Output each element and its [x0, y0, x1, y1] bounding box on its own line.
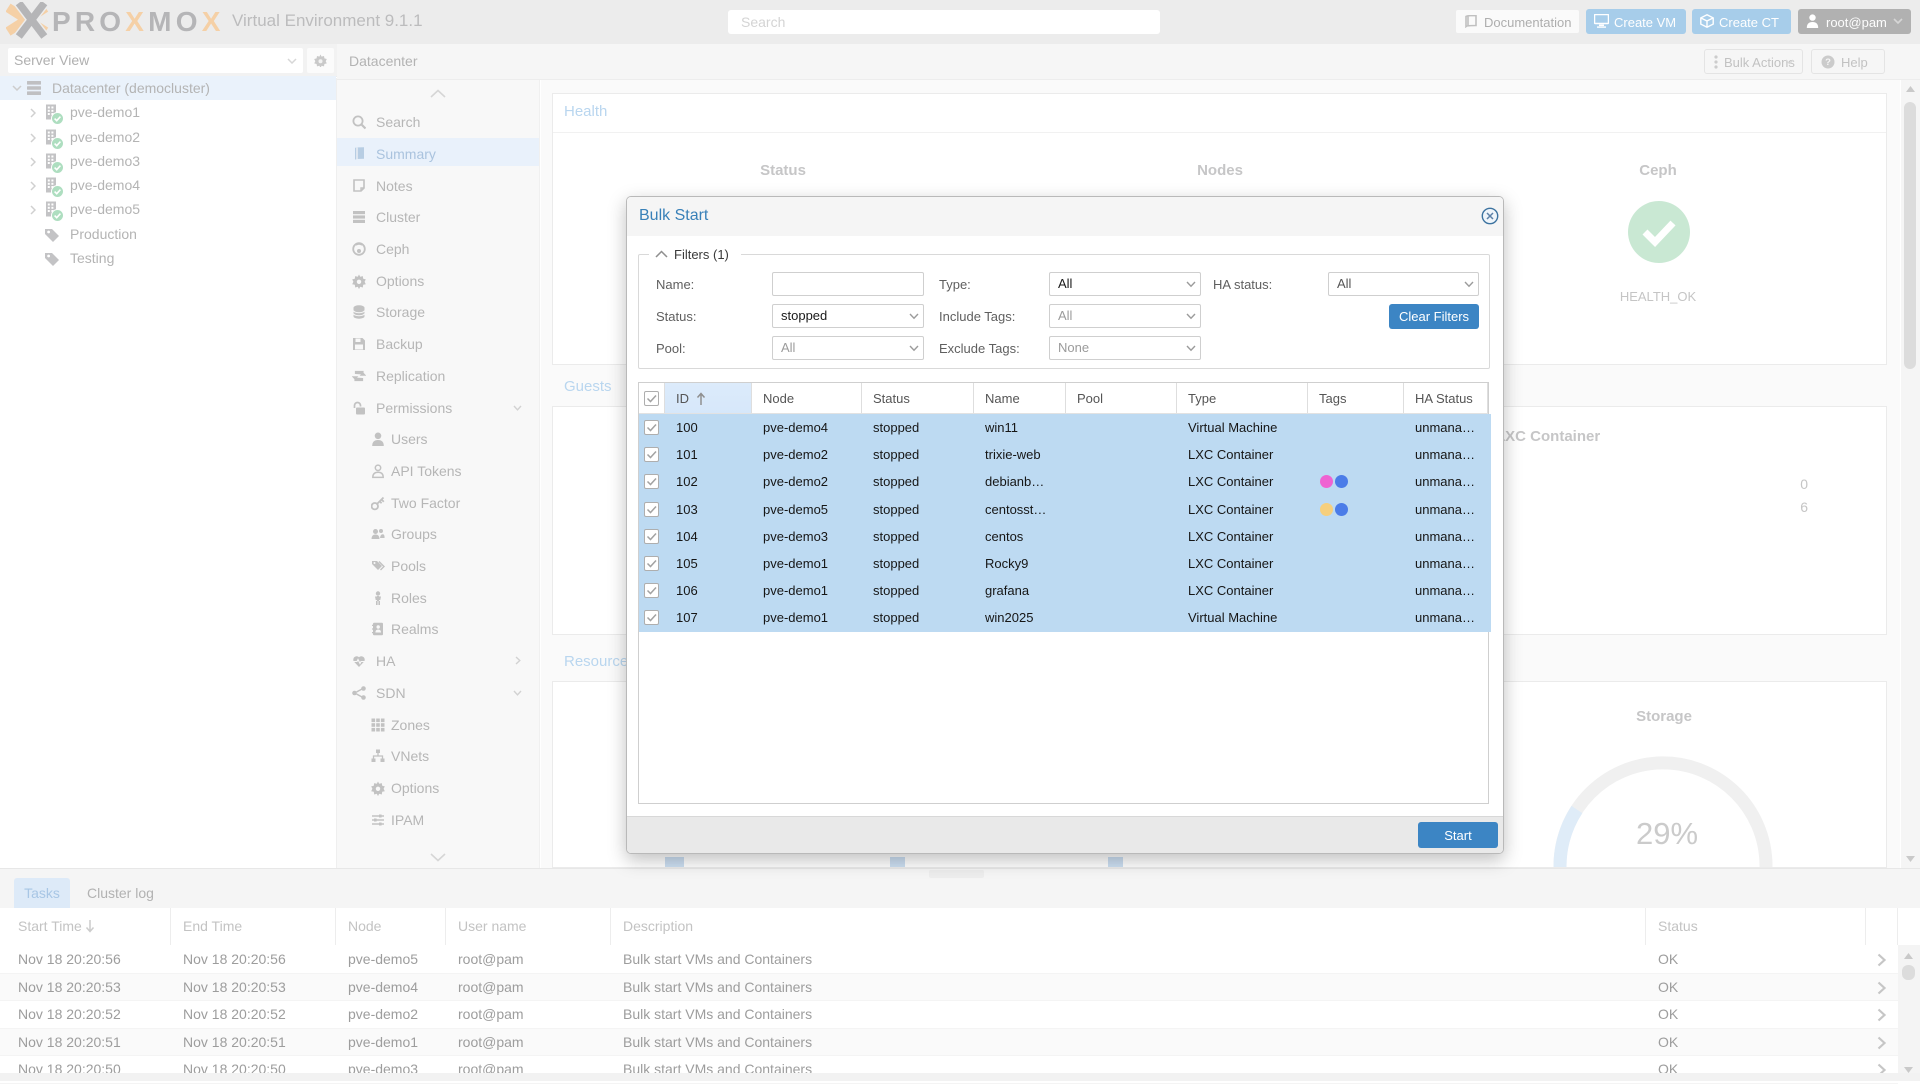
svg-text:?: ? — [1825, 57, 1831, 68]
